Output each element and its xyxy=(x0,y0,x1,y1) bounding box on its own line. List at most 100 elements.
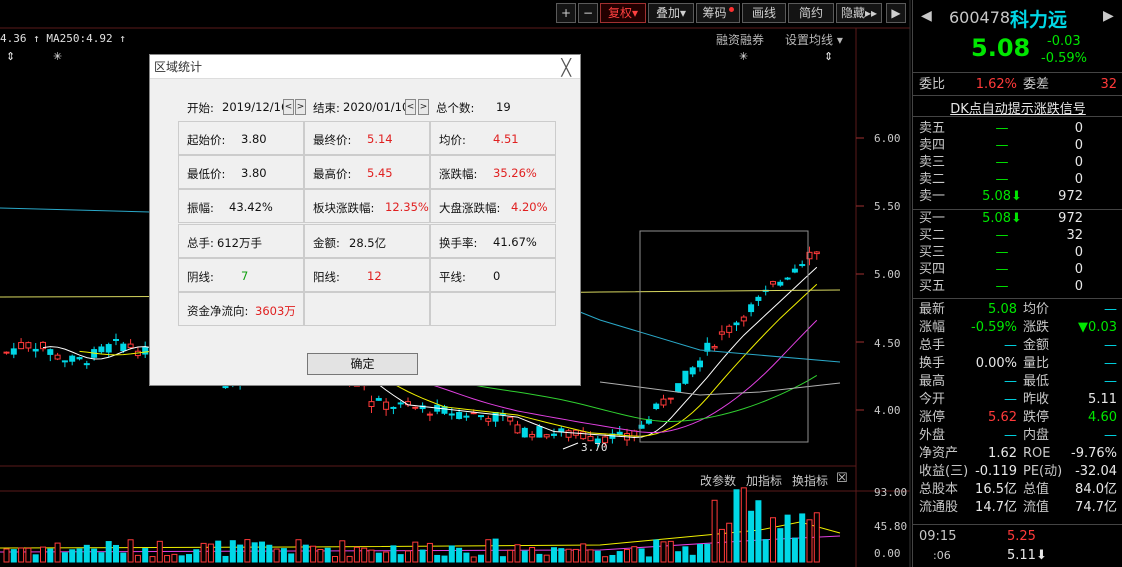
stat-label: 资金净流向: xyxy=(187,304,249,318)
add-indicator-link[interactable]: 加指标 xyxy=(746,472,782,489)
end-next-button[interactable]: > xyxy=(418,99,429,115)
book-price: — xyxy=(995,262,1009,277)
stat-row: 流通股 14.7亿 流值 74.7亿 xyxy=(919,499,1117,516)
stat-cell: 最低价: 3.80 xyxy=(178,155,304,189)
book-volume: 0 xyxy=(1074,121,1083,136)
book-price: — xyxy=(995,172,1009,187)
stat-cell: 涨跌幅: 35.26% xyxy=(430,155,556,189)
close-indicator-icon[interactable]: ☒ xyxy=(836,471,848,486)
total-count: 19 xyxy=(496,100,511,114)
switch-indicator-link[interactable]: 换指标 xyxy=(792,472,828,489)
book-volume: 972 xyxy=(1058,211,1083,226)
book-row: 卖五 — 0 xyxy=(919,120,1117,137)
stat-value: 41.67% xyxy=(493,235,537,249)
close-icon[interactable]: ╳ xyxy=(561,58,571,77)
book-row: 买二 — 32 xyxy=(919,227,1117,244)
stat-value: -0.119 xyxy=(975,464,1017,479)
total-label: 总个数: xyxy=(436,101,475,115)
stat-cell: 平线: 0 xyxy=(430,258,556,292)
selection-rect[interactable] xyxy=(639,230,809,443)
stat-cell: 均价: 4.51 xyxy=(430,121,556,155)
stat-row: 最高 — 最低 — xyxy=(919,373,1117,390)
tick-price: 5.25 xyxy=(1007,529,1036,544)
stat-value: 7 xyxy=(241,269,249,283)
stat-label: 金额 xyxy=(1023,338,1050,353)
tick-time: 09:15 xyxy=(919,529,957,544)
weibi-label: 委比 xyxy=(919,77,946,92)
stat-value: — xyxy=(1004,392,1017,407)
stat-value: 0.00% xyxy=(975,356,1017,371)
stat-cell: 换手率: 41.67% xyxy=(430,224,556,258)
stat-cell: 总手: 612万手 xyxy=(178,224,304,258)
book-row: 买五 — 0 xyxy=(919,278,1117,295)
change-param-link[interactable]: 改参数 xyxy=(700,472,736,489)
book-level-label: 买四 xyxy=(919,262,946,277)
ok-button[interactable]: 确定 xyxy=(307,353,418,375)
stat-value: 0 xyxy=(493,269,501,283)
stat-label: 板块涨跌幅: xyxy=(313,201,375,215)
stat-row: 总手 — 金额 — xyxy=(919,337,1117,354)
stat-value: 12.35% xyxy=(385,200,429,214)
volume-axis-label: 0.00 xyxy=(874,547,901,560)
end-prev-button[interactable]: < xyxy=(405,99,416,115)
price-axis-label: 4.50 xyxy=(874,337,901,350)
stat-cell: 最高价: 5.45 xyxy=(304,155,430,189)
start-next-button[interactable]: > xyxy=(295,99,306,115)
stat-row: 总股本 16.5亿 总值 84.0亿 xyxy=(919,481,1117,498)
book-volume: 972 xyxy=(1058,189,1083,204)
stat-label: 金额: xyxy=(313,236,340,250)
stat-row: 收益(三) -0.119 PE(动) -32.04 xyxy=(919,463,1117,480)
price-change-pct: -0.59% xyxy=(1041,51,1087,66)
book-row: 买三 — 0 xyxy=(919,244,1117,261)
book-volume: 0 xyxy=(1074,279,1083,294)
stat-cell: 金额: 28.5亿 xyxy=(304,224,430,258)
book-level-label: 卖三 xyxy=(919,155,946,170)
stat-cell: 大盘涨跌幅: 4.20% xyxy=(430,189,556,223)
dk-signal-link[interactable]: DK点自动提示涨跌信号 xyxy=(913,98,1122,117)
stat-label: 总手: xyxy=(187,236,214,250)
stat-label: 最高价: xyxy=(313,167,352,181)
book-volume: 32 xyxy=(1066,228,1083,243)
stat-row: 今开 — 昨收 5.11 xyxy=(919,391,1117,408)
prev-stock-icon[interactable]: ◀ xyxy=(921,8,932,24)
stat-label: 最低价: xyxy=(187,167,226,181)
price-axis-label: 5.50 xyxy=(874,200,901,213)
stat-cell: 板块涨跌幅: 12.35% xyxy=(304,189,430,223)
price-axis-ticks xyxy=(856,137,864,411)
stat-label: 涨幅 xyxy=(919,320,946,335)
stat-value: — xyxy=(1004,428,1017,443)
tick-time: :06 xyxy=(933,549,951,562)
book-level-label: 卖二 xyxy=(919,172,946,187)
stat-label: 阳线: xyxy=(313,270,340,284)
start-prev-button[interactable]: < xyxy=(283,99,294,115)
book-volume: 0 xyxy=(1074,138,1083,153)
stat-value: — xyxy=(1104,374,1117,389)
next-stock-icon[interactable]: ▶ xyxy=(1103,8,1114,24)
stat-label: 涨跌幅: xyxy=(439,167,478,181)
stat-value: 84.0亿 xyxy=(1075,482,1117,497)
stock-code: 600478 xyxy=(949,8,1011,27)
dialog-title: 区域统计 xyxy=(150,55,580,79)
stat-cell-empty xyxy=(304,292,430,326)
stat-label: 阴线: xyxy=(187,270,214,284)
stat-cell: 最终价: 5.14 xyxy=(304,121,430,155)
stat-value: 14.7亿 xyxy=(975,500,1017,515)
stat-value: 5.08 xyxy=(988,302,1017,317)
book-level-label: 卖一 xyxy=(919,189,946,204)
stat-row: 涨停 5.62 跌停 4.60 xyxy=(919,409,1117,426)
stat-cell: 资金净流向: 3603万 xyxy=(178,292,304,326)
stat-label: 收益(三) xyxy=(919,464,969,479)
quote-panel: ◀ 600478 科力远 ▶ 5.08 -0.03 -0.59% 委比 1.62… xyxy=(912,0,1122,567)
tick-row: 09:15 5.25 xyxy=(919,528,1117,545)
stat-label: 内盘 xyxy=(1023,428,1050,443)
stat-label: 外盘 xyxy=(919,428,946,443)
stat-value: — xyxy=(1004,338,1017,353)
tick-price: 5.11⬇ xyxy=(1007,548,1047,563)
price-axis-label: 4.00 xyxy=(874,404,901,417)
stat-label: 今开 xyxy=(919,392,946,407)
stat-label: 振幅: xyxy=(187,201,214,215)
stat-label: 平线: xyxy=(439,270,466,284)
book-level-label: 买三 xyxy=(919,245,946,260)
stat-row: 外盘 — 内盘 — xyxy=(919,427,1117,444)
stat-cell-empty xyxy=(430,292,556,326)
